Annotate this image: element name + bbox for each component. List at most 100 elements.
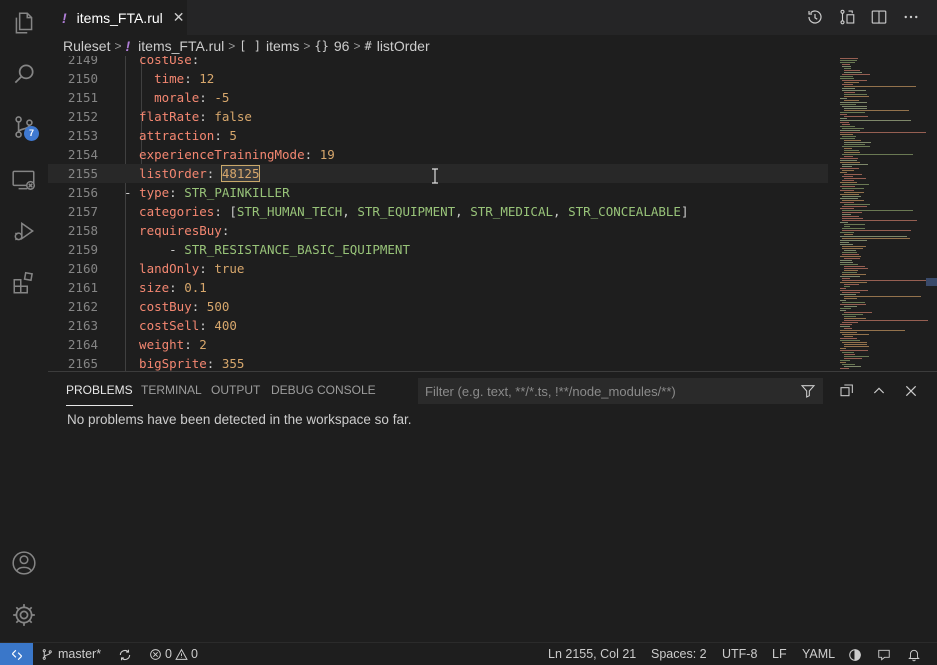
minimap-line (842, 180, 855, 181)
extensions-icon[interactable] (10, 269, 38, 297)
more-actions-icon[interactable] (900, 6, 922, 28)
tab-problems[interactable]: PROBLEMS (66, 372, 133, 406)
code-line[interactable]: 2160 landOnly: true (48, 259, 828, 278)
end-of-line[interactable]: LF (772, 643, 787, 665)
source-control-badge: 7 (24, 126, 39, 141)
code-token: 400 (214, 318, 237, 333)
color-theme-icon[interactable] (848, 643, 862, 665)
code-line[interactable]: 2157 categories: [STR_HUMAN_TECH, STR_EQU… (48, 202, 828, 221)
language-mode[interactable]: YAML (802, 643, 835, 665)
breadcrumb-item-items[interactable]: items (266, 38, 299, 54)
minimap-line (844, 204, 871, 205)
minimap-line (840, 222, 849, 223)
minimap[interactable] (838, 56, 937, 371)
text-cursor-icon (431, 168, 439, 184)
minimap-line (840, 134, 853, 135)
indentation[interactable]: Spaces: 2 (651, 643, 707, 665)
feedback-icon[interactable] (877, 643, 891, 665)
cursor-position[interactable]: Ln 2155, Col 21 (548, 643, 636, 665)
minimap-line (844, 270, 859, 271)
tab-items-fta[interactable]: ! items_FTA.rul ✕ (48, 0, 187, 35)
remote-indicator-icon[interactable] (0, 643, 33, 665)
minimap-line (842, 252, 858, 253)
split-editor-icon[interactable] (868, 6, 890, 28)
tab-terminal[interactable]: TERMINAL (141, 372, 202, 406)
problems-filter-input[interactable] (418, 378, 823, 404)
code-text: costSell: 400 (139, 316, 237, 335)
breadcrumb-item-file[interactable]: items_FTA.rul (138, 38, 224, 54)
remote-explorer-icon[interactable] (10, 166, 38, 194)
code-line[interactable]: 2151 morale: -5 (48, 88, 828, 107)
tab-debug-console[interactable]: DEBUG CONSOLE (271, 372, 376, 406)
minimap-line (842, 322, 858, 323)
minimap-line (840, 330, 905, 331)
minimap-line (840, 350, 868, 351)
code-line[interactable]: 2165 bigSprite: 355 (48, 354, 828, 371)
tab-output[interactable]: OUTPUT (211, 372, 260, 406)
minimap-line (840, 256, 862, 257)
code-line[interactable]: 2153 attraction: 5 (48, 126, 828, 145)
problems-status[interactable]: 0 0 (149, 643, 198, 665)
yaml-file-icon: ! (125, 37, 131, 54)
collapse-all-icon[interactable] (837, 381, 857, 401)
code-text: bigSprite: 355 (139, 354, 244, 371)
code-line[interactable]: 2154 experienceTrainingMode: 19 (48, 145, 828, 164)
code-line[interactable]: 2159 - STR_RESISTANCE_BASIC_EQUIPMENT (48, 240, 828, 259)
minimap-line (844, 284, 859, 285)
code-token: : (199, 261, 215, 276)
code-token: true (214, 261, 245, 276)
minimap-line (840, 158, 858, 159)
code-line[interactable]: 2163 costSell: 400 (48, 316, 828, 335)
minimap-slider[interactable] (926, 278, 937, 286)
search-icon[interactable] (10, 60, 38, 88)
code-token: 0.1 (184, 280, 207, 295)
branch-status[interactable]: master* (41, 643, 101, 665)
close-icon[interactable]: ✕ (173, 10, 185, 26)
code-line[interactable]: 2158 requiresBuy: (48, 221, 828, 240)
minimap-line (840, 232, 855, 233)
minimap-line (842, 280, 932, 281)
code-token: : (169, 280, 185, 295)
run-debug-icon[interactable] (10, 217, 38, 245)
filter-icon[interactable] (798, 381, 818, 401)
maximize-panel-icon[interactable] (869, 381, 889, 401)
minimap-line (844, 178, 867, 179)
array-symbol-icon: [ ] (239, 38, 261, 53)
settings-gear-icon[interactable] (10, 601, 38, 629)
code-line[interactable]: 2161 size: 0.1 (48, 278, 828, 297)
code-line[interactable]: 2164 weight: 2 (48, 335, 828, 354)
timeline-history-icon[interactable] (804, 6, 826, 28)
breadcrumb-item-96[interactable]: 96 (334, 38, 350, 54)
minimap-line (842, 254, 859, 255)
code-line[interactable]: 2162 costBuy: 500 (48, 297, 828, 316)
account-icon[interactable] (10, 549, 38, 577)
minimap-line (842, 66, 852, 67)
code-token: ] (680, 204, 689, 219)
line-number: 2151 (67, 90, 98, 105)
minimap-line (840, 194, 859, 195)
minimap-line (840, 122, 849, 123)
breadcrumb-item-listorder[interactable]: listOrder (377, 38, 430, 54)
minimap-line (844, 142, 872, 143)
minimap-line (842, 228, 865, 229)
minimap-line (842, 352, 855, 353)
code-line[interactable]: 2156 - type: STR_PAINKILLER (48, 183, 828, 202)
minimap-line (842, 206, 867, 207)
minimap-line (844, 224, 865, 225)
code-line[interactable]: 2152 flatRate: false (48, 107, 828, 126)
minimap-line (844, 70, 860, 71)
code-line[interactable]: 2150 time: 12 (48, 69, 828, 88)
minimap-line (844, 268, 868, 269)
notifications-bell-icon[interactable] (907, 643, 921, 665)
code-editor[interactable]: 2149 costUse: 2150 time: 12 2151 morale: -5 21… (48, 56, 937, 371)
breadcrumb-item-ruleset[interactable]: Ruleset (63, 38, 110, 54)
files-icon[interactable] (10, 9, 38, 37)
close-panel-icon[interactable] (901, 381, 921, 401)
encoding[interactable]: UTF-8 (722, 643, 757, 665)
code-token: attraction (139, 128, 215, 143)
minimap-line (840, 326, 850, 327)
sync-icon[interactable] (118, 643, 132, 665)
minimap-line (840, 242, 850, 243)
code-line[interactable]: 2149 costUse: (48, 56, 828, 69)
open-changes-icon[interactable] (836, 6, 858, 28)
